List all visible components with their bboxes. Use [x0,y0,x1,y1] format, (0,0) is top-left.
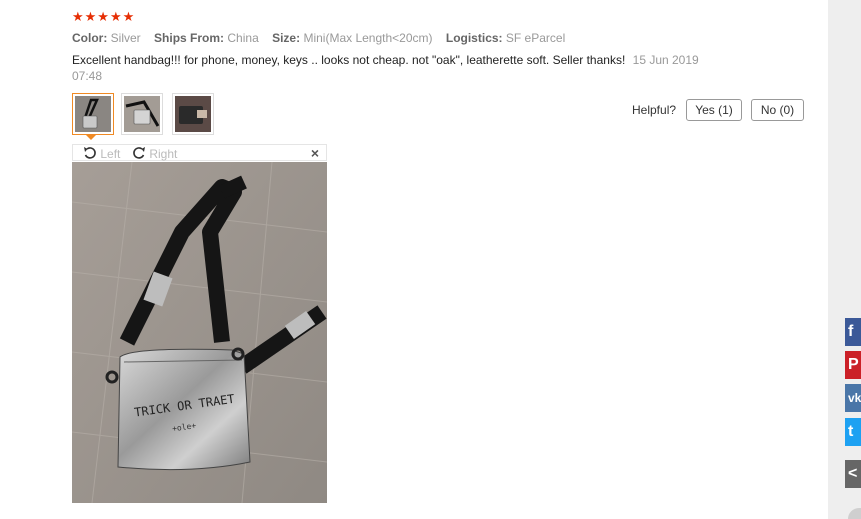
bag-thumbnail-image [75,96,111,132]
share-vk-button[interactable]: vk [845,384,861,412]
rotate-right-icon [133,147,145,159]
review-text: Excellent handbag!!! for phone, money, k… [72,53,626,67]
photo-viewer-toolbar: Left Right × [72,144,327,161]
review-photo-thumb-1[interactable] [72,93,114,135]
bag-thumbnail-image [175,96,211,132]
attr-size-value: Mini(Max Length<20cm) [303,31,433,45]
bag-thumbnail-image [124,96,160,132]
rating-stars: ★★★★★ [72,9,136,24]
share-pinterest-button[interactable]: P [845,351,861,379]
helpful-label: Helpful? [632,103,677,117]
helpful-yes-button[interactable]: Yes (1) [686,99,742,121]
helpful-no-button[interactable]: No (0) [751,99,804,121]
attr-color-value: Silver [110,31,141,45]
review-photo-thumb-2[interactable] [121,93,163,135]
rotate-right-label: Right [149,147,178,161]
rotate-right-control[interactable]: Right [132,146,177,161]
attr-logistics-value: SF eParcel [505,31,566,45]
attr-ships-from-value: China [227,31,259,45]
review-photo-large: TRICK OR TRAET +ole+ [72,162,327,503]
attr-size-key: Size: [272,31,301,45]
attr-color-key: Color: [72,31,108,45]
share-more-button[interactable]: < [845,460,861,488]
rotate-left-label: Left [100,147,121,161]
review-attributes: Color: Silver Ships From: China Size: Mi… [72,31,575,45]
rotate-left-control[interactable]: Left [83,146,120,161]
share-facebook-button[interactable]: f [845,318,861,346]
attr-ships-from-key: Ships From: [154,31,225,45]
rotate-left-icon [84,147,96,159]
close-viewer-icon[interactable]: × [311,145,319,161]
share-twitter-button[interactable]: t [845,418,861,446]
review-photo-thumb-3[interactable] [172,93,214,135]
attr-logistics-key: Logistics: [445,31,503,45]
review-body: Excellent handbag!!! for phone, money, k… [72,52,712,84]
selected-thumb-caret [86,135,96,140]
